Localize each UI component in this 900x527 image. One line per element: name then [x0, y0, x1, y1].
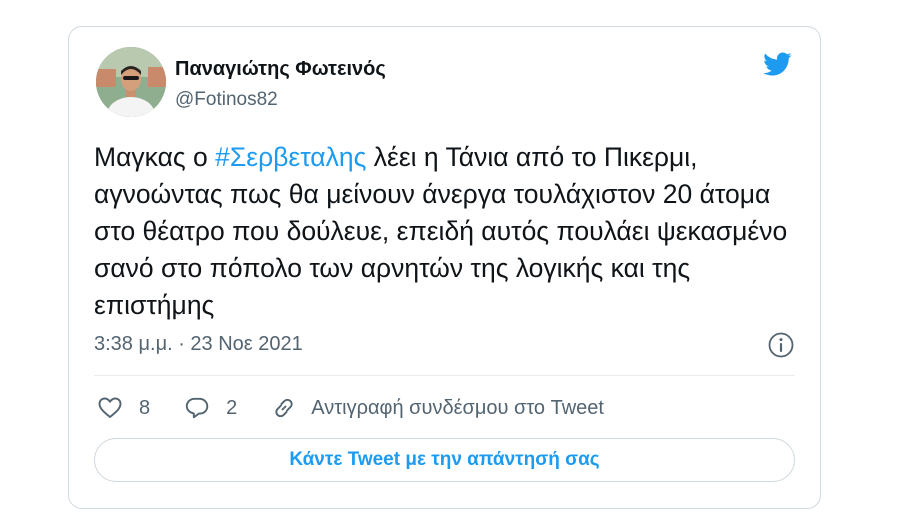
- tweet-timestamp[interactable]: 3:38 μ.μ. · 23 Νοε 2021: [94, 333, 303, 356]
- action-bar: 8 2 Αντιγραφή συνδέσμου στο Tweet: [97, 393, 638, 423]
- reply-bubble-icon: [185, 397, 209, 419]
- author-handle[interactable]: @Fotinos82: [175, 89, 278, 111]
- info-icon[interactable]: [768, 332, 794, 358]
- like-count: 8: [139, 396, 151, 419]
- tweet-text: Μαγκας ο #Σερβεταλης λέει η Τάνια από το…: [94, 139, 804, 324]
- reply-action-button[interactable]: 2: [184, 395, 237, 421]
- tweet-reply-button[interactable]: Κάντε Tweet με την απάντησή σας: [94, 438, 795, 482]
- author-display-name[interactable]: Παναγιώτης Φωτεινός: [175, 58, 386, 81]
- avatar-photo: [96, 47, 166, 117]
- copy-link-label: Αντιγραφή συνδέσμου στο Tweet: [311, 396, 604, 419]
- reply-count: 2: [226, 396, 238, 419]
- tweet-text-before: Μαγκας ο: [94, 142, 216, 172]
- link-icon: [275, 398, 293, 418]
- tweet-card: Παναγιώτης Φωτεινός @Fotinos82 Μαγκας ο …: [68, 26, 821, 509]
- heart-icon: [98, 397, 122, 418]
- avatar[interactable]: [96, 47, 166, 117]
- hashtag-link[interactable]: #Σερβεταλης: [215, 142, 366, 172]
- twitter-bird-icon[interactable]: [760, 49, 794, 79]
- divider: [94, 375, 795, 376]
- like-button[interactable]: 8: [97, 395, 150, 421]
- copy-link-button[interactable]: Αντιγραφή συνδέσμου στο Tweet: [271, 395, 604, 421]
